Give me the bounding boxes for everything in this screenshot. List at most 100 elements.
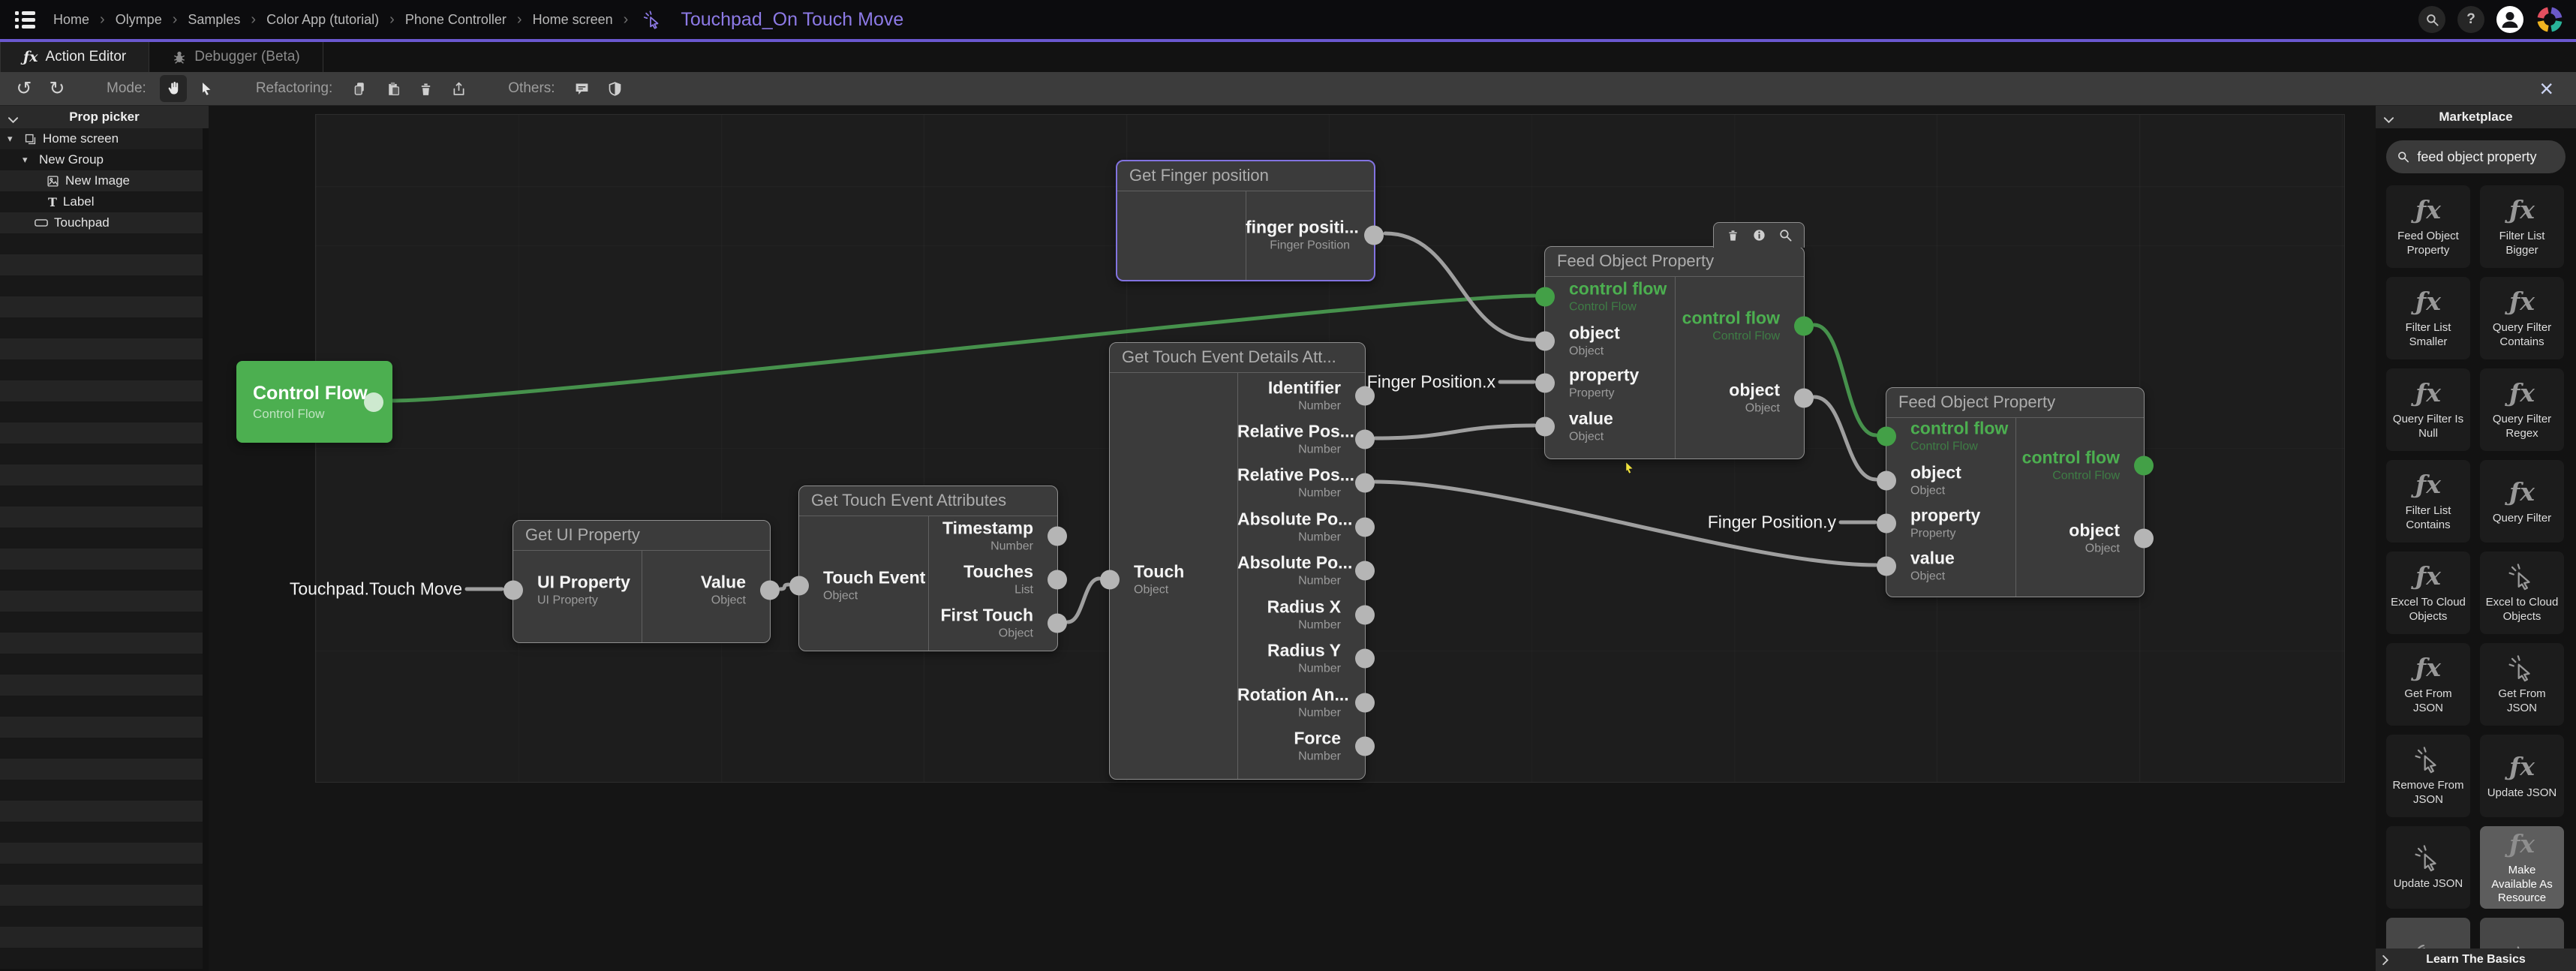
paste-button[interactable] bbox=[379, 75, 406, 102]
wire[interactable] bbox=[1812, 323, 1878, 437]
node-get-finger-position[interactable]: Get Finger position finger positi... Finge… bbox=[1116, 160, 1384, 281]
redo-button[interactable]: ↻ bbox=[44, 75, 71, 102]
chevron-down-icon[interactable] bbox=[8, 113, 19, 128]
port-object[interactable] bbox=[2134, 528, 2154, 548]
port-object[interactable] bbox=[1877, 470, 1896, 490]
event-node-control-flow[interactable]: Control Flow Control Flow bbox=[236, 361, 392, 443]
port-relative-pos[interactable] bbox=[1355, 473, 1375, 492]
marketplace-tile-update-json[interactable]: ƒx Update JSON bbox=[2480, 735, 2564, 817]
port-relative-pos[interactable] bbox=[1355, 429, 1375, 449]
marketplace-tile-query-filter-regex[interactable]: ƒx Query Filter Regex bbox=[2480, 368, 2564, 451]
tab-debugger[interactable]: Debugger (Beta) bbox=[149, 42, 323, 72]
marketplace-tile-filter-list-bigger[interactable]: ƒx Filter List Bigger bbox=[2480, 185, 2564, 268]
wire-label-touchpad-touch-move[interactable]: Touchpad.Touch Move bbox=[290, 579, 462, 600]
marketplace-tile-query-filter-is-null[interactable]: ƒx Query Filter Is Null bbox=[2386, 368, 2470, 451]
marketplace-tile-query-filter-contains[interactable]: ƒx Query Filter Contains bbox=[2480, 277, 2564, 359]
marketplace-tile-excel-to-cloud-objects[interactable]: ƒx Excel To Cloud Objects bbox=[2386, 552, 2470, 634]
wire[interactable] bbox=[1812, 395, 1878, 482]
port-value[interactable] bbox=[1877, 556, 1896, 576]
help-button[interactable]: ? bbox=[2457, 6, 2484, 33]
breadcrumb-item-home[interactable]: Home bbox=[53, 12, 89, 28]
marketplace-tile[interactable] bbox=[2386, 918, 2470, 948]
tree-item-new-group[interactable]: ▾ New Group bbox=[0, 149, 203, 170]
wire[interactable] bbox=[778, 582, 791, 591]
port-property[interactable] bbox=[1877, 513, 1896, 533]
port-ui-property[interactable] bbox=[503, 580, 523, 600]
close-button[interactable]: × bbox=[2527, 77, 2565, 101]
marketplace-tile[interactable] bbox=[2480, 918, 2564, 948]
tree-item-touchpad[interactable]: Touchpad bbox=[0, 212, 203, 233]
trash-icon[interactable] bbox=[1726, 228, 1740, 242]
tree-item-new-image[interactable]: New Image bbox=[0, 170, 203, 191]
port-absolute-po[interactable] bbox=[1355, 517, 1375, 537]
breadcrumb-item-color-app-tutorial[interactable]: Color App (tutorial) bbox=[266, 12, 379, 28]
breadcrumb-item-samples[interactable]: Samples bbox=[188, 12, 240, 28]
port-timestamp[interactable] bbox=[1048, 526, 1067, 546]
chevron-down-icon[interactable] bbox=[2383, 113, 2394, 128]
port-rotation-an[interactable] bbox=[1355, 693, 1375, 712]
marketplace-tile-get-from-json[interactable]: Get From JSON bbox=[2480, 643, 2564, 726]
node-feed-object-property-1[interactable]: Feed Object Property control flow Control … bbox=[1535, 222, 1814, 459]
wire[interactable] bbox=[1066, 576, 1102, 624]
wire[interactable] bbox=[1383, 231, 1537, 342]
port-radius-y[interactable] bbox=[1355, 648, 1375, 668]
port-touch[interactable] bbox=[1100, 570, 1120, 589]
wire-label-finger-position-y[interactable]: Finger Position.y bbox=[1708, 513, 1836, 533]
olympe-logo[interactable] bbox=[2535, 5, 2564, 34]
marketplace-tile-filter-list-contains[interactable]: ƒx Filter List Contains bbox=[2386, 460, 2470, 543]
port-control-flow[interactable] bbox=[1535, 287, 1555, 306]
port-touch-event[interactable] bbox=[789, 576, 809, 595]
port-radius-x[interactable] bbox=[1355, 605, 1375, 624]
chevron-right-icon[interactable] bbox=[2382, 954, 2389, 969]
marketplace-tile-get-from-json[interactable]: ƒx Get From JSON bbox=[2386, 643, 2470, 726]
port-object[interactable] bbox=[1535, 331, 1555, 350]
node-feed-object-property-2[interactable]: Feed Object Property control flow Control … bbox=[1877, 387, 2154, 597]
wire[interactable] bbox=[1373, 423, 1537, 440]
tree-item-label[interactable]: T Label bbox=[0, 191, 203, 212]
port-absolute-po[interactable] bbox=[1355, 561, 1375, 580]
breadcrumb-item-olympe[interactable]: Olympe bbox=[116, 12, 162, 28]
caret-down-icon[interactable]: ▾ bbox=[8, 133, 18, 145]
node-get-touch-event-attributes[interactable]: Get Touch Event Attributes Touch Event Obj… bbox=[789, 486, 1067, 651]
learn-basics-bar[interactable]: Learn The Basics bbox=[2376, 948, 2576, 971]
port-value[interactable] bbox=[1535, 416, 1555, 436]
port-control-flow[interactable] bbox=[364, 392, 383, 412]
port-object[interactable] bbox=[1794, 388, 1814, 407]
marketplace-tile-filter-list-smaller[interactable]: ƒx Filter List Smaller bbox=[2386, 277, 2470, 359]
search-button[interactable] bbox=[2418, 6, 2445, 33]
shield-button[interactable] bbox=[602, 75, 629, 102]
menu-icon[interactable] bbox=[12, 8, 38, 32]
comment-button[interactable] bbox=[569, 75, 596, 102]
breadcrumb-item-phone-controller[interactable]: Phone Controller bbox=[405, 12, 506, 28]
marketplace-tile-excel-to-cloud-objects[interactable]: Excel to Cloud Objects bbox=[2480, 552, 2564, 634]
undo-button[interactable]: ↺ bbox=[11, 75, 38, 102]
action-editor-canvas[interactable]: Get Finger position finger positi... Finge… bbox=[209, 106, 2376, 971]
hand-tool-button[interactable] bbox=[159, 75, 187, 102]
marketplace-tile-make-available-as-resource[interactable]: ƒx Make Available As Resource bbox=[2480, 826, 2564, 909]
tree-item-home-screen[interactable]: ▾ Home screen bbox=[0, 128, 203, 149]
marketplace-tile-feed-object-property[interactable]: ƒx Feed Object Property bbox=[2386, 185, 2470, 268]
node-get-touch-event-details[interactable]: Get Touch Event Details Att... Touch Objec… bbox=[1100, 342, 1375, 780]
zoom-icon[interactable] bbox=[1778, 228, 1793, 242]
port-value[interactable] bbox=[760, 580, 780, 600]
port-control-flow[interactable] bbox=[1794, 316, 1814, 335]
marketplace-tile-update-json[interactable]: Update JSON bbox=[2386, 826, 2470, 909]
marketplace-search-input[interactable] bbox=[2417, 149, 2555, 165]
caret-down-icon[interactable]: ▾ bbox=[23, 154, 33, 166]
port-touches[interactable] bbox=[1048, 570, 1067, 589]
node-get-ui-property[interactable]: Get UI Property UI Property UI Property Val… bbox=[503, 520, 780, 643]
breadcrumb-item-home-screen[interactable]: Home screen bbox=[533, 12, 613, 28]
wire-label-finger-position-x[interactable]: Finger Position.x bbox=[1367, 372, 1495, 392]
tab-action-editor[interactable]: ƒx Action Editor bbox=[0, 42, 150, 72]
select-tool-button[interactable] bbox=[193, 75, 220, 102]
info-icon[interactable] bbox=[1752, 228, 1766, 242]
port-property[interactable] bbox=[1535, 373, 1555, 392]
port-first-touch[interactable] bbox=[1048, 613, 1067, 633]
port-control-flow[interactable] bbox=[2134, 455, 2154, 475]
marketplace-tile-remove-from-json[interactable]: Remove From JSON bbox=[2386, 735, 2470, 817]
copy-button[interactable] bbox=[346, 75, 373, 102]
port-force[interactable] bbox=[1355, 736, 1375, 756]
marketplace-search[interactable] bbox=[2386, 140, 2565, 173]
port-finger-positi[interactable] bbox=[1364, 225, 1384, 245]
delete-button[interactable] bbox=[412, 75, 439, 102]
